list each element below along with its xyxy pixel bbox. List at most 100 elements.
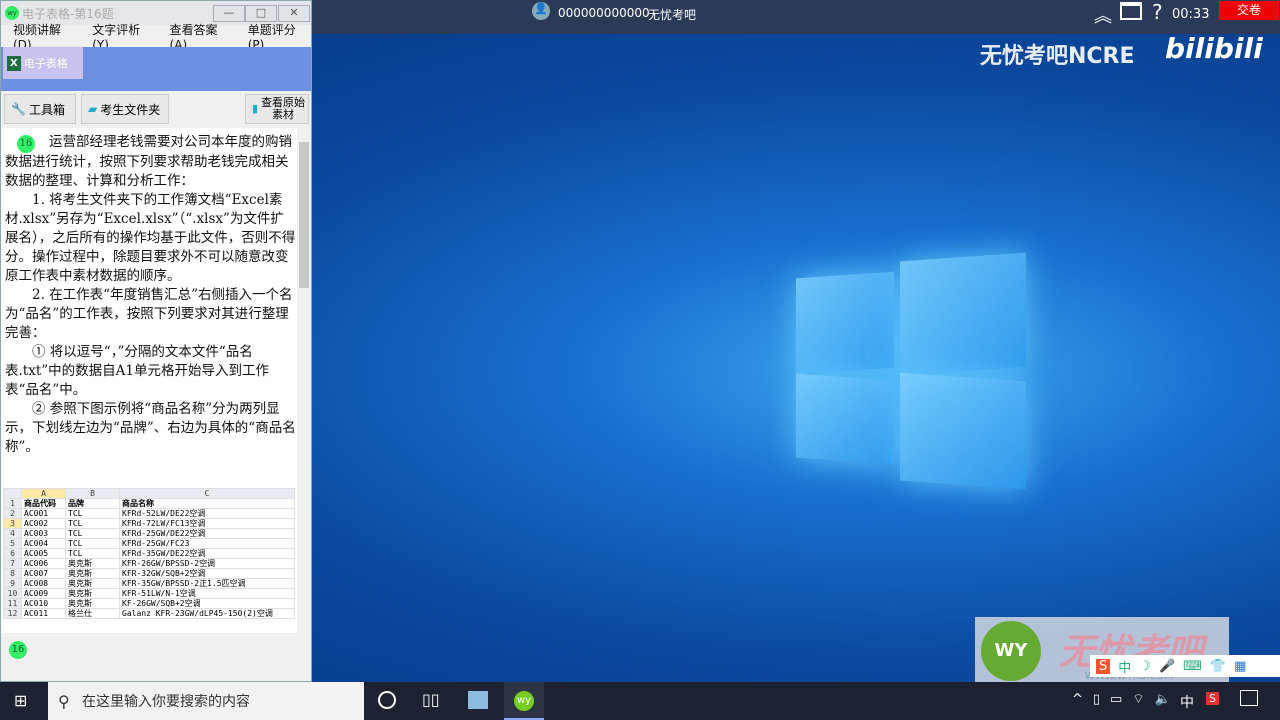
tab-spreadsheet[interactable]: X 电子表格 — [3, 47, 83, 79]
search-icon: ⚲ — [58, 691, 70, 711]
sheet-cell: AC001 — [21, 508, 66, 519]
sheet-row: 5 AC004 TCL KFRd-25GW/FC23 — [3, 538, 295, 549]
user-icon: 👤 — [532, 2, 550, 20]
ime-indicator[interactable]: 中 — [1180, 692, 1194, 712]
sheet-cell: 商品名称 — [119, 498, 295, 509]
system-tray-icons[interactable]: ^▯▭⌔🔈 — [1072, 691, 1181, 707]
sheet-cell: KFRd-52LW/DE22空调 — [119, 508, 295, 519]
sheet-cell: TCL — [65, 538, 120, 549]
cortana-icon[interactable] — [378, 691, 396, 709]
tab-bar: X 电子表格 — [1, 47, 311, 91]
sheet-cell: AC011 — [21, 608, 66, 619]
footer-badge: 16 — [9, 641, 27, 659]
sheet-cell: AC007 — [21, 568, 66, 579]
notification-icon[interactable] — [1240, 690, 1258, 706]
sheet-cell: 奥克斯 — [65, 578, 120, 589]
windows-logo — [796, 271, 894, 375]
sheet-cell: 奥克斯 — [65, 598, 120, 609]
sheet-cell: AC005 — [21, 548, 66, 559]
sheet-cell: KFRd-72LW/FC13空调 — [119, 518, 295, 529]
maximize-button[interactable]: □ — [245, 5, 277, 22]
taskbar-search[interactable]: ⚲ 在这里输入你要搜索的内容 — [48, 682, 364, 720]
question-panel: 16 运营部经理老钱需要对公司本年度的购销数据进行统计，按照下列要求帮助老钱完成相… — [1, 128, 311, 633]
scrollbar[interactable] — [297, 128, 311, 633]
folder-icon: ▰ — [88, 102, 98, 116]
sheet-cell: 奥克斯 — [65, 568, 120, 579]
exam-window: wy 电子表格-第16题 — □ ✕ 视频讲解(D) 文字评析(Y) 查看答案(… — [0, 0, 312, 682]
column-header: C — [119, 488, 295, 499]
sheet-cell: 奥克斯 — [65, 558, 120, 569]
sheet-cell: AC010 — [21, 598, 66, 609]
sheet-cell: KFRd-35GW/DE22空调 — [119, 548, 295, 559]
sheet-row: 1 商品代码 品牌 商品名称 — [3, 498, 295, 509]
close-button[interactable]: ✕ — [278, 5, 310, 22]
sheet-cell: KFR-26GW/BPSSD-2空调 — [119, 558, 295, 569]
minimize-button[interactable]: — — [213, 5, 245, 22]
sheet-cell: 品牌 — [65, 498, 120, 509]
sheet-row: 9 AC008 奥克斯 KFR-35GW/BPSSD-2正1.5匹空调 — [3, 578, 295, 589]
window-icon[interactable] — [1120, 2, 1142, 20]
help-icon[interactable]: ? — [1152, 0, 1163, 24]
sheet-row: 12 AC011 格兰仕 Galanz KFR-23GW/dLP45-150(2)空调 — [3, 608, 295, 619]
question-text: 16 运营部经理老钱需要对公司本年度的购销数据进行统计，按照下列要求帮助老钱完成相… — [5, 134, 296, 455]
sheet-row: 4 AC003 TCL KFRd-25GW/DE22空调 — [3, 528, 295, 539]
windows-logo — [796, 373, 894, 465]
sheet-row: 10 AC009 奥克斯 KFR-51LW/N-1空调 — [3, 588, 295, 599]
sheet-row: 6 AC005 TCL KFRd-35GW/DE22空调 — [3, 548, 295, 559]
sheet-cell: TCL — [65, 528, 120, 539]
sheet-cell: KF-26GW/SQB+2空调 — [119, 598, 295, 609]
sheet-cell: Galanz KFR-23GW/dLP45-150(2)空调 — [119, 608, 295, 619]
sheet-cell: TCL — [65, 548, 120, 559]
example-spreadsheet: A B C 1 商品代码 品牌 商品名称 2 AC001 TCL KFRd-52LW/DE22空调 3… — [3, 488, 295, 619]
sheet-cell: KFR-32GW/SQB+2空调 — [119, 568, 295, 579]
windows-start-icon[interactable]: ⊞ — [14, 691, 27, 710]
task-view-icon[interactable]: ▯▯ — [422, 690, 440, 709]
sogou-icon[interactable]: S — [1206, 692, 1219, 705]
sheet-cell: 商品代码 — [21, 498, 66, 509]
taskbar: ⊞ ⚲ 在这里输入你要搜索的内容 ▯▯ wy ^▯▭⌔🔈 中 S — [0, 682, 1280, 720]
sheet-cell: KFR-35GW/BPSSD-2正1.5匹空调 — [119, 578, 295, 589]
sheet-cell: TCL — [65, 518, 120, 529]
view-original-button[interactable]: ▮ 查看原始 素材 — [245, 94, 309, 124]
column-header: A — [21, 488, 66, 499]
sheet-cell: AC006 — [21, 558, 66, 569]
sheet-cell: 奥克斯 — [65, 588, 120, 599]
column-header: B — [65, 488, 120, 499]
question-number-badge: 16 — [17, 135, 35, 153]
candidate-id: 000000000000 — [558, 6, 650, 20]
sheet-row: 8 AC007 奥克斯 KFR-32GW/SQB+2空调 — [3, 568, 295, 579]
timer: 00:33 — [1172, 7, 1210, 22]
sheet-cell: 格兰仕 — [65, 608, 120, 619]
sheet-cell: KFRd-25GW/DE22空调 — [119, 528, 295, 539]
toolbar: 🔧 工具箱 ▰ 考生文件夹 ▮ 查看原始 素材 — [1, 91, 311, 127]
taskbar-app-wy[interactable]: wy — [504, 682, 544, 720]
file-icon: ▮ — [252, 102, 259, 115]
sheet-cell: KFRd-25GW/FC23 — [119, 538, 295, 549]
ime-toolbar[interactable]: S 中 ☽ 🎤 ⌨ 👕 ▦ — [1090, 655, 1280, 677]
sheet-cell: AC008 — [21, 578, 66, 589]
sheet-cell: AC004 — [21, 538, 66, 549]
windows-logo — [900, 252, 1026, 376]
submit-button[interactable]: 交卷 — [1219, 1, 1279, 20]
sheet-row: 3 AC002 TCL KFRd-72LW/FC13空调 — [3, 518, 295, 529]
sheet-row: 2 AC001 TCL KFRd-52LW/DE22空调 — [3, 508, 295, 519]
collapse-icon[interactable]: ︽ — [1094, 2, 1112, 28]
app-icon: wy — [5, 6, 19, 20]
toolbox-button[interactable]: 🔧 工具箱 — [4, 94, 76, 124]
watermark-text: 无忧考吧NCRE — [980, 44, 1135, 69]
sheet-cell: TCL — [65, 508, 120, 519]
scrollbar-thumb[interactable] — [299, 142, 309, 288]
brand-name: 无忧考吧 — [648, 8, 697, 22]
sheet-cell: KFR-51LW/N-1空调 — [119, 588, 295, 599]
exam-topbar: 👤 000000000000 无忧考吧 ︽ ? 00:33 交卷 — [312, 0, 1280, 34]
window-title: 电子表格-第16题 — [22, 6, 114, 21]
sheet-row: 11 AC010 奥克斯 KF-26GW/SQB+2空调 — [3, 598, 295, 609]
sheet-cell: AC003 — [21, 528, 66, 539]
sheet-cell: AC002 — [21, 518, 66, 529]
app-window-icon[interactable] — [468, 691, 488, 709]
menu-bar: 视频讲解(D) 文字评析(Y) 查看答案(A) 单题评分(P) — [1, 23, 311, 52]
sheet-cell: AC009 — [21, 588, 66, 599]
wrench-icon: 🔧 — [11, 102, 26, 116]
student-folder-button[interactable]: ▰ 考生文件夹 — [81, 94, 169, 124]
excel-icon: X — [7, 55, 21, 71]
